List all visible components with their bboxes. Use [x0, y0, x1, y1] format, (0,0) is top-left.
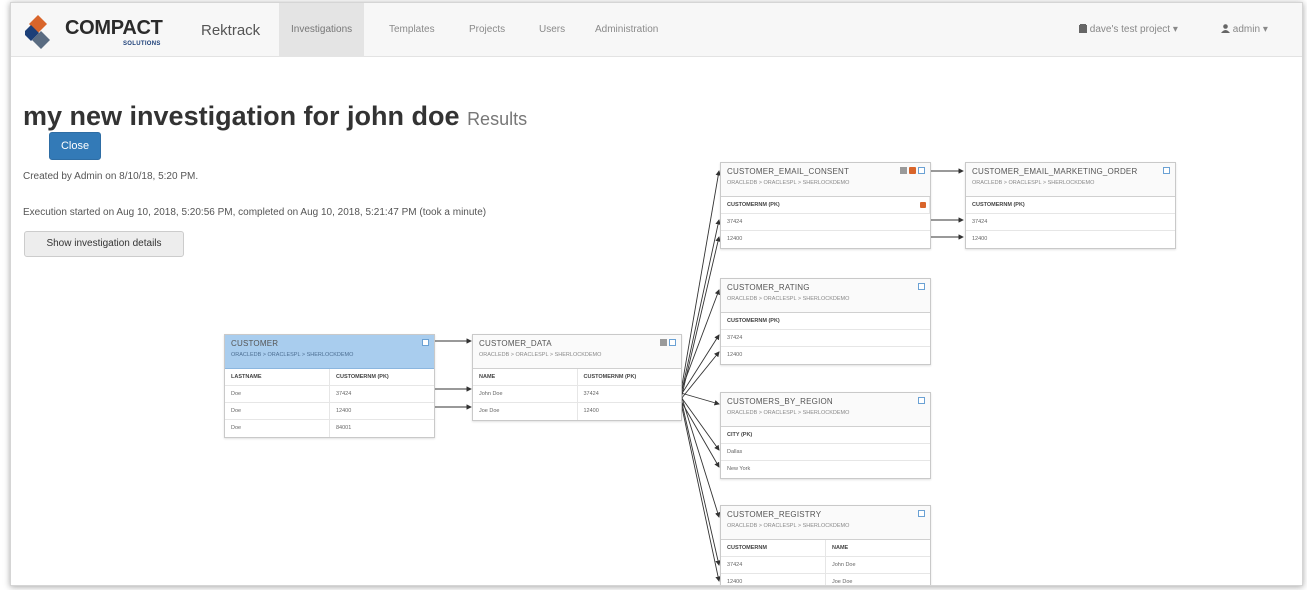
table-cell: John Doe	[473, 386, 578, 402]
table-cell: 12400	[583, 408, 599, 414]
table-row[interactable]: 12400	[721, 231, 930, 248]
expand-icon[interactable]	[918, 397, 925, 404]
table-cell: Joe Doe	[473, 403, 578, 420]
table-name: CUSTOMERS_BY_REGION	[727, 397, 833, 406]
grid-icon[interactable]	[660, 339, 667, 346]
table-cell: Doe	[225, 403, 330, 419]
fan-out-lines	[680, 170, 721, 582]
table-row[interactable]: 12400	[721, 347, 930, 364]
expand-icon[interactable]	[918, 167, 925, 174]
table-name: CUSTOMER	[231, 339, 279, 348]
table-row[interactable]: Doe 84001	[225, 420, 434, 437]
table-row[interactable]: 37424	[721, 214, 930, 231]
column-header: CUSTOMERNM (PK)	[721, 197, 930, 213]
table-path: ORACLEDB > ORACLESPL > SHERLOCKDEMO	[727, 523, 850, 529]
table-row[interactable]: 12400 Joe Doe	[721, 574, 930, 585]
table-header[interactable]: CUSTOMER_RATING ORACLEDB > ORACLESPL > S…	[721, 279, 930, 313]
table-customer-registry[interactable]: CUSTOMER_REGISTRY ORACLEDB > ORACLESPL >…	[720, 505, 931, 585]
table-cell: Joe Doe	[832, 579, 853, 585]
relationship-lines	[435, 168, 964, 582]
table-path: ORACLEDB > ORACLESPL > SHERLOCKDEMO	[727, 296, 850, 302]
expand-icon[interactable]	[918, 510, 925, 517]
table-cell: 12400	[727, 236, 743, 242]
table-cell: John Doe	[832, 562, 856, 568]
table-cell: 12400	[721, 574, 826, 585]
grid-icon[interactable]	[900, 167, 907, 174]
table-cell: 37424	[972, 219, 988, 225]
column-header: CUSTOMERNM (PK)	[583, 374, 637, 380]
table-path: ORACLEDB > ORACLESPL > SHERLOCKDEMO	[727, 410, 850, 416]
table-row[interactable]: Joe Doe 12400	[473, 403, 681, 420]
column-header-row: CUSTOMERNM NAME	[721, 540, 930, 557]
expand-icon[interactable]	[669, 339, 676, 346]
table-name: CUSTOMER_EMAIL_CONSENT	[727, 167, 850, 176]
table-cell: 12400	[972, 236, 988, 242]
table-name: CUSTOMER_DATA	[479, 339, 552, 348]
table-customer-rating[interactable]: CUSTOMER_RATING ORACLEDB > ORACLESPL > S…	[720, 278, 931, 365]
table-header[interactable]: CUSTOMER ORACLEDB > ORACLESPL > SHERLOCK…	[225, 335, 434, 369]
table-row[interactable]: Doe 37424	[225, 386, 434, 403]
table-header[interactable]: CUSTOMERS_BY_REGION ORACLEDB > ORACLESPL…	[721, 393, 930, 427]
table-row[interactable]: Doe 12400	[225, 403, 434, 420]
table-header[interactable]: CUSTOMER_EMAIL_CONSENT ORACLEDB > ORACLE…	[721, 163, 930, 197]
table-row[interactable]: 12400	[966, 231, 1175, 248]
column-header-row: NAME CUSTOMERNM (PK)	[473, 369, 681, 386]
table-path: ORACLEDB > ORACLESPL > SHERLOCKDEMO	[231, 352, 354, 358]
table-path: ORACLEDB > ORACLESPL > SHERLOCKDEMO	[727, 180, 850, 186]
table-cell: Doe	[225, 420, 330, 437]
column-header: CUSTOMERNM (PK)	[336, 374, 389, 380]
table-row[interactable]: New York	[721, 461, 930, 478]
column-header: NAME	[473, 369, 578, 385]
table-name: CUSTOMER_EMAIL_MARKETING_ORDER	[972, 167, 1138, 176]
column-header-row: LASTNAME CUSTOMERNM (PK)	[225, 369, 434, 386]
lock-icon[interactable]	[909, 167, 916, 174]
column-header: CUSTOMERNM	[721, 540, 826, 556]
table-header[interactable]: CUSTOMER_EMAIL_MARKETING_ORDER ORACLEDB …	[966, 163, 1175, 197]
browser-window: COMPACT SOLUTIONS Rektrack Investigation…	[10, 2, 1303, 586]
table-cell: 37424	[583, 391, 599, 397]
table-cell: 12400	[727, 352, 743, 358]
column-header: CITY (PK)	[727, 432, 753, 438]
expand-icon[interactable]	[422, 339, 429, 346]
table-customer-email-marketing-order[interactable]: CUSTOMER_EMAIL_MARKETING_ORDER ORACLEDB …	[965, 162, 1176, 249]
table-cell: 37424	[727, 219, 743, 225]
table-customers-by-region[interactable]: CUSTOMERS_BY_REGION ORACLEDB > ORACLESPL…	[720, 392, 931, 479]
column-header-row: CITY (PK)	[721, 427, 930, 444]
table-customer-data[interactable]: CUSTOMER_DATA ORACLEDB > ORACLESPL > SHE…	[472, 334, 682, 421]
table-customer-email-consent[interactable]: CUSTOMER_EMAIL_CONSENT ORACLEDB > ORACLE…	[720, 162, 931, 249]
table-path: ORACLEDB > ORACLESPL > SHERLOCKDEMO	[972, 180, 1095, 186]
table-row[interactable]: Dallas	[721, 444, 930, 461]
lock-icon	[920, 202, 926, 208]
column-header-row: CUSTOMERNM (PK)	[721, 197, 930, 214]
table-row[interactable]: 37424 John Doe	[721, 557, 930, 574]
column-header-row: CUSTOMERNM (PK)	[721, 313, 930, 330]
expand-icon[interactable]	[1163, 167, 1170, 174]
expand-icon[interactable]	[918, 283, 925, 290]
table-cell: Doe	[225, 386, 330, 402]
table-row[interactable]: John Doe 37424	[473, 386, 681, 403]
column-header: CUSTOMERNM (PK)	[972, 202, 1025, 208]
table-header[interactable]: CUSTOMER_DATA ORACLEDB > ORACLESPL > SHE…	[473, 335, 681, 369]
table-cell: 37424	[727, 335, 743, 341]
table-path: ORACLEDB > ORACLESPL > SHERLOCKDEMO	[479, 352, 602, 358]
column-header: CUSTOMERNM (PK)	[727, 318, 780, 324]
table-cell: 37424	[336, 391, 352, 397]
table-cell: Dallas	[727, 449, 743, 455]
table-cell: 37424	[721, 557, 826, 573]
column-header: LASTNAME	[225, 369, 330, 385]
table-name: CUSTOMER_RATING	[727, 283, 810, 292]
table-customer[interactable]: CUSTOMER ORACLEDB > ORACLESPL > SHERLOCK…	[224, 334, 435, 438]
column-header-row: CUSTOMERNM (PK)	[966, 197, 1175, 214]
column-header: NAME	[832, 545, 849, 551]
table-row[interactable]: 37424	[966, 214, 1175, 231]
table-cell: New York	[727, 466, 751, 472]
table-cell: 84001	[336, 425, 352, 431]
table-header[interactable]: CUSTOMER_REGISTRY ORACLEDB > ORACLESPL >…	[721, 506, 930, 540]
table-row[interactable]: 37424	[721, 330, 930, 347]
table-cell: 12400	[336, 408, 352, 414]
table-name: CUSTOMER_REGISTRY	[727, 510, 822, 519]
